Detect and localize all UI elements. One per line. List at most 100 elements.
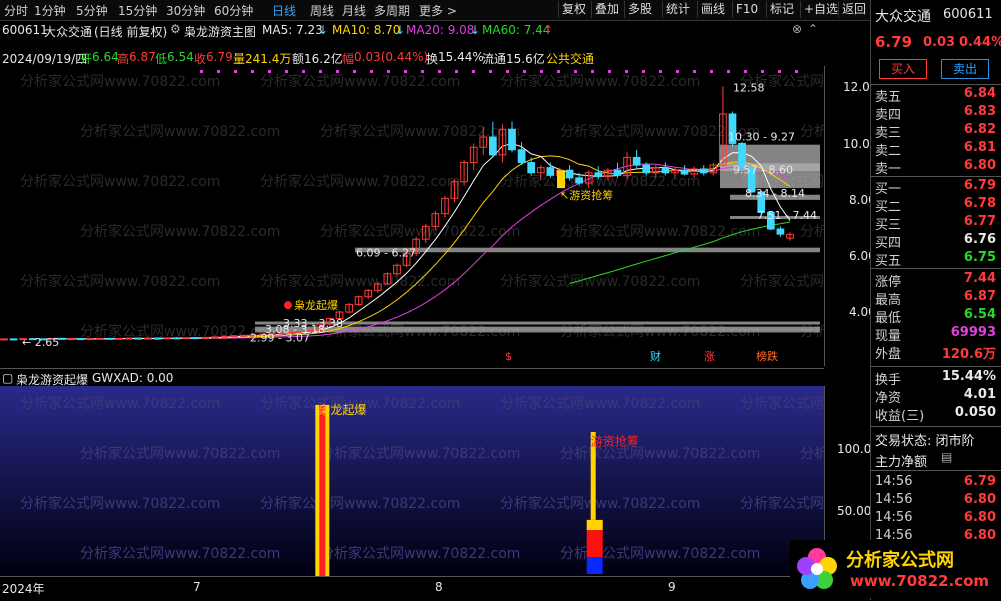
label-low: ← 2.65: [22, 336, 59, 349]
period-tab-30min[interactable]: 30分钟: [166, 2, 205, 19]
candle-body: [546, 167, 555, 176]
period-tab-1min[interactable]: 1分钟: [34, 2, 66, 19]
candle-body: [488, 136, 497, 156]
watermark-text: 分析家公式网www.70822.com: [740, 495, 824, 512]
candle-body: [153, 337, 162, 340]
quote-value: 6.76: [963, 232, 996, 247]
quote-value: 6.54: [963, 307, 996, 322]
volume-value: 241.4万: [245, 52, 292, 66]
period-tab-5min[interactable]: 5分钟: [76, 2, 108, 19]
indicator-bar-red: [586, 530, 603, 558]
watermark-text: 分析家公式网www.70822.com: [800, 445, 824, 462]
period-toolbar: 分时 1分钟 5分钟 15分钟 30分钟 60分钟 日线 周线 月线 多周期 更…: [0, 0, 870, 21]
multi-stock-button[interactable]: 多股: [624, 1, 655, 18]
x-tick-label: 7: [193, 580, 201, 594]
signal-dot: [387, 70, 390, 73]
close-value: 6.79: [206, 50, 233, 64]
watermark-text: 分析家公式网www.70822.com: [260, 273, 460, 290]
watermark-text: 分析家公式网www.70822.com: [740, 395, 824, 412]
draw-button[interactable]: 画线: [697, 1, 728, 18]
back-button[interactable]: 返回: [838, 1, 869, 18]
candle-body: [508, 128, 516, 151]
ma10-value: MA10: 8.70: [332, 23, 401, 37]
signal-dot: [302, 70, 305, 73]
period-tab-multi[interactable]: 多周期: [374, 2, 410, 19]
signal-dot: [540, 70, 543, 73]
candle-body: [143, 337, 152, 340]
candle-body: [565, 169, 574, 179]
adjust-button[interactable]: 复权: [558, 1, 589, 18]
quote-row: 卖二 6.81: [871, 140, 1001, 159]
signal-dot: [710, 70, 713, 73]
stats-button[interactable]: 统计: [662, 1, 693, 18]
indicator-chart[interactable]: 分析家公式网www.70822.com 分析家公式网www.70822.com 分析…: [0, 386, 824, 576]
quote-label: 卖三: [875, 126, 902, 141]
quote-row: 现量 69993: [871, 325, 1001, 344]
signal-dot: [285, 70, 288, 73]
logo: 分析家公式网 www.70822.com: [790, 540, 1000, 598]
period-tab-daily[interactable]: 日线: [272, 2, 296, 19]
sell-button[interactable]: 卖出: [941, 59, 989, 79]
period-tab-monthly[interactable]: 月线: [342, 2, 366, 19]
tick-price: 6.80: [963, 510, 996, 525]
period-tab-weekly[interactable]: 周线: [310, 2, 334, 19]
period-tab-60min[interactable]: 60分钟: [214, 2, 253, 19]
sidebar-stock-code: 600611: [943, 7, 993, 22]
collapse-icon[interactable]: ▢: [2, 371, 13, 385]
candle-body: [201, 336, 210, 339]
signal-dot: [591, 70, 594, 73]
watermark-text: 分析家公式网www.70822.com: [20, 173, 220, 190]
signal-dot: [676, 70, 679, 73]
signal-dot: [268, 70, 271, 73]
label-peak: 12.58: [733, 81, 765, 94]
quote-row: 外盘 120.6万: [871, 343, 1001, 362]
quote-value: 6.77: [963, 214, 996, 229]
period-tab-more[interactable]: 更多 >: [419, 2, 457, 19]
add-watchlist-button[interactable]: +自选: [800, 1, 841, 18]
kline-chart[interactable]: 分析家公式网www.70822.com 分析家公式网www.70822.com 分析…: [0, 66, 824, 366]
high-value: 6.87: [129, 50, 156, 64]
flower-logo-icon: [797, 548, 837, 589]
tick-time: 14:56: [875, 474, 913, 489]
gear-icon[interactable]: ⚙: [170, 22, 181, 36]
signal-dot: [234, 70, 237, 73]
period-tab-15min[interactable]: 15分钟: [118, 2, 157, 19]
chevron-up-icon[interactable]: ⌃: [808, 22, 818, 36]
divider: [871, 470, 1001, 471]
arrow-down-icon: ↓: [470, 23, 481, 37]
signal-dot: [761, 70, 764, 73]
candle-body: [76, 338, 85, 341]
quote-value: 6.84: [963, 86, 996, 101]
signal-dot: [472, 70, 475, 73]
watermark-text: 分析家公式网www.70822.com: [320, 445, 520, 462]
y-tick-label: 50.00: [837, 504, 872, 518]
low-value: 6.54: [167, 50, 194, 64]
overlay-button[interactable]: 叠加: [591, 1, 622, 18]
watermark-text: 分析家公式网www.70822.com: [20, 273, 220, 290]
menu-icon[interactable]: ▤: [941, 450, 952, 464]
signal-dot: [438, 70, 441, 73]
watermark-text: 分析家公式网www.70822.com: [20, 73, 220, 90]
quote-label: 卖四: [875, 108, 902, 123]
signal-bar: [557, 170, 565, 189]
quote-value: 6.83: [963, 104, 996, 119]
signal-dot: [353, 70, 356, 73]
main-indicator-name[interactable]: 枭龙游资主图: [184, 23, 256, 40]
period-tab-timeshare[interactable]: 分时: [4, 2, 28, 19]
net-flow-label[interactable]: 主力净额: [875, 451, 927, 470]
candle-body: [594, 172, 603, 178]
quote-row: 卖五 6.84: [871, 86, 1001, 105]
candle-body: [699, 168, 708, 174]
f10-button[interactable]: F10: [732, 1, 761, 18]
buy-button[interactable]: 买入: [879, 59, 927, 79]
divider: [871, 84, 1001, 85]
price-axis: 12.00 10.00 8.00 6.00 4.00: [824, 66, 877, 366]
tick-row: 14:56 6.80: [871, 492, 1001, 510]
quote-value: 69993: [950, 325, 996, 340]
close-icon[interactable]: ⊗: [792, 22, 802, 36]
ma20-value: MA20: 9.08: [406, 23, 475, 37]
sidebar-price: 6.79: [875, 33, 913, 51]
signal-dot: [795, 70, 798, 73]
float-value: 15.6亿: [506, 52, 545, 66]
mark-button[interactable]: 标记: [766, 1, 797, 18]
